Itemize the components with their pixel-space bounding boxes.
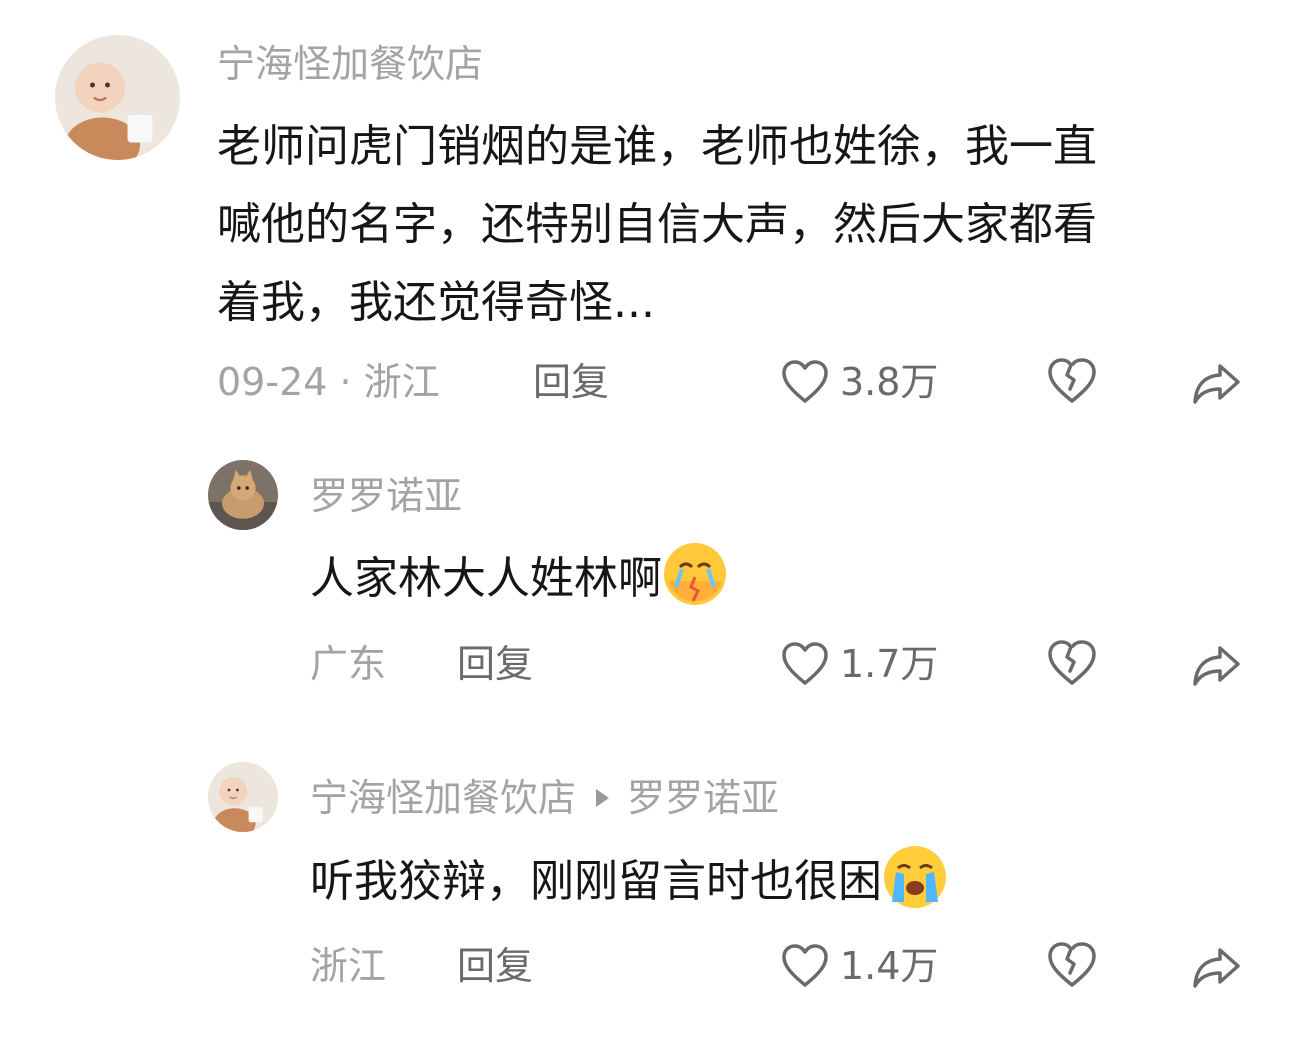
broken-heart-icon	[1048, 942, 1096, 987]
crying-heartbroken-emoji-icon	[664, 543, 726, 605]
broken-heart-icon	[1048, 358, 1096, 403]
like-button[interactable]: 1.7万	[780, 640, 938, 688]
share-button[interactable]	[1190, 942, 1244, 992]
reply-button[interactable]: 回复	[457, 942, 533, 990]
like-count: 1.7万	[840, 642, 939, 686]
user-avatar[interactable]	[208, 762, 278, 832]
comment-text: 听我狡辩，刚刚留言时也很困	[310, 843, 948, 921]
like-button[interactable]: 1.4万	[780, 942, 938, 990]
like-count: 3.8万	[840, 360, 939, 404]
comment-meta: 浙江	[310, 944, 387, 988]
comment-text: 人家林大人姓林啊	[310, 540, 728, 618]
comment-meta: 广东	[310, 642, 387, 686]
reply-button[interactable]: 回复	[533, 358, 609, 406]
comment-username[interactable]: 宁海怪加餐饮店	[217, 40, 483, 88]
comment-text-content: 听我狡辩，刚刚留言时也很困	[310, 856, 882, 907]
baby-avatar-icon	[55, 35, 180, 160]
share-button[interactable]	[1190, 358, 1244, 408]
comment-2: 罗罗诺亚 人家林大人姓林啊 广东 回复 1.7万	[0, 430, 1311, 740]
dislike-button[interactable]	[1045, 638, 1099, 688]
reply-to-arrow-icon	[596, 788, 610, 807]
comment-text: 老师问虎门销烟的是谁，老师也姓徐，我一直 喊他的名字，还特别自信大声，然后大家都…	[217, 121, 1097, 328]
cat-avatar-icon	[208, 460, 278, 530]
dislike-button[interactable]	[1045, 940, 1099, 990]
comment-username[interactable]: 罗罗诺亚	[310, 472, 462, 520]
comment-username[interactable]: 宁海怪加餐饮店	[310, 776, 576, 820]
share-arrow-icon	[1193, 364, 1240, 404]
share-arrow-icon	[1193, 646, 1240, 686]
comment-text-content: 人家林大人姓林啊	[310, 553, 662, 604]
baby-avatar-icon	[208, 762, 278, 832]
like-count: 1.4万	[840, 944, 939, 988]
comment-username-line: 宁海怪加餐饮店 罗罗诺亚	[310, 774, 779, 822]
heart-outline-icon	[782, 642, 828, 685]
heart-outline-icon	[782, 944, 828, 987]
user-avatar[interactable]	[55, 35, 180, 160]
comment-3: 宁海怪加餐饮店 罗罗诺亚 听我狡辩，刚刚留言时也很困 浙江 回复 1.4万	[0, 740, 1311, 1058]
comment-meta: 09-24 · 浙江	[217, 360, 440, 404]
reply-to-username[interactable]: 罗罗诺亚	[627, 776, 779, 820]
share-arrow-icon	[1193, 948, 1240, 988]
broken-heart-icon	[1048, 640, 1096, 685]
reply-button[interactable]: 回复	[457, 640, 533, 688]
heart-outline-icon	[782, 360, 828, 403]
comment-1: 宁海怪加餐饮店 老师问虎门销烟的是谁，老师也姓徐，我一直 喊他的名字，还特别自信…	[0, 0, 1311, 430]
share-button[interactable]	[1190, 640, 1244, 690]
user-avatar[interactable]	[208, 460, 278, 530]
like-button[interactable]: 3.8万	[780, 358, 938, 406]
loudly-crying-emoji-icon	[884, 846, 946, 908]
dislike-button[interactable]	[1045, 356, 1099, 406]
